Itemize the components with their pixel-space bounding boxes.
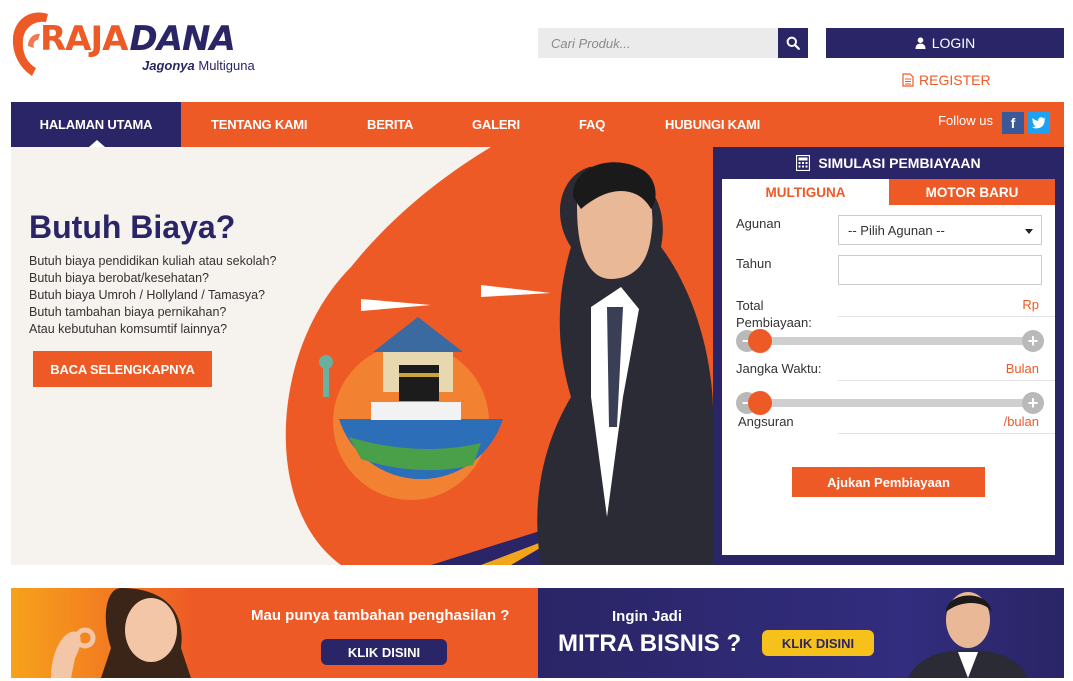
slider-handle[interactable] — [748, 391, 772, 415]
calculator-icon — [796, 155, 811, 171]
total-unit: Rp — [1022, 297, 1039, 312]
woman-portrait-image — [51, 588, 191, 678]
simulator-header: SIMULASI PEMBIAYAAN — [713, 147, 1064, 179]
angsuran-label: Angsuran — [738, 414, 794, 429]
document-icon — [902, 73, 914, 87]
brand-name: RAJADANA — [40, 19, 236, 59]
nav-item-faq[interactable]: FAQ — [579, 102, 605, 147]
hero-title: Butuh Biaya? — [29, 209, 236, 245]
hero-line: Butuh biaya pendidikan kuliah atau sekol… — [29, 254, 277, 268]
total-slider[interactable]: − + — [736, 329, 1044, 353]
jangka-divider — [838, 380, 1055, 381]
read-more-button[interactable]: BACA SELENGKAPNYA — [33, 351, 212, 387]
brand-dana: DANA — [129, 19, 235, 59]
agunan-selected-value: -- Pilih Agunan -- — [848, 222, 945, 238]
nav-item-tentang-kami[interactable]: TENTANG KAMI — [211, 102, 307, 147]
financing-simulator: SIMULASI PEMBIAYAAN MULTIGUNA MOTOR BARU… — [713, 147, 1064, 565]
slider-track — [748, 337, 1032, 345]
page: RAJADANA Jagonya Multiguna LOGIN REGISTE… — [0, 0, 1073, 681]
business-partner-banner[interactable]: Ingin Jadi MITRA BISNIS ? KLIK DISINI — [538, 588, 1064, 678]
tahun-label: Tahun — [736, 256, 772, 271]
tahun-input[interactable] — [838, 255, 1042, 285]
income-click-button[interactable]: KLIK DISINI — [321, 639, 447, 665]
nav-item-berita[interactable]: BERITA — [367, 102, 413, 147]
hero-line: Butuh tambahan biaya pernikahan? — [29, 305, 227, 319]
simulator-title: SIMULASI PEMBIAYAAN — [818, 155, 981, 171]
hero-banner: Butuh Biaya? Butuh biaya pendidikan kuli… — [11, 147, 713, 565]
total-divider — [838, 316, 1055, 317]
register-label: REGISTER — [919, 72, 991, 88]
hero-line: Butuh biaya Umroh / Hollyland / Tamasya? — [29, 288, 265, 302]
plus-icon[interactable]: + — [1022, 330, 1044, 352]
income-banner[interactable]: Mau punya tambahan penghasilan ? KLIK DI… — [11, 588, 538, 678]
partner-banner-title: MITRA BISNIS ? — [558, 630, 742, 657]
tagline-rest: Multiguna — [194, 58, 255, 73]
follow-label: Follow us — [938, 112, 993, 128]
login-button[interactable]: LOGIN — [826, 28, 1064, 58]
apply-financing-button[interactable]: Ajukan Pembiayaan — [792, 467, 985, 497]
register-link[interactable]: REGISTER — [902, 72, 991, 88]
logo[interactable]: RAJADANA Jagonya Multiguna — [10, 6, 280, 82]
hero-line: Butuh biaya berobat/kesehatan? — [29, 271, 209, 285]
angsuran-unit: /bulan — [1003, 414, 1039, 429]
simulator-form: MULTIGUNA MOTOR BARU Agunan -- Pilih Agu… — [722, 179, 1055, 555]
income-banner-text: Mau punya tambahan penghasilan ? — [251, 607, 510, 624]
brand-raja: RAJA — [40, 19, 128, 59]
follow-us: Follow us f — [938, 112, 1050, 134]
nav-item-hubungi-kami[interactable]: HUBUNGI KAMI — [665, 102, 760, 147]
slider-track — [748, 399, 1032, 407]
hero-line: Atau kebutuhan komsumtif lainnya? — [29, 322, 228, 336]
jangka-slider[interactable]: − + — [736, 391, 1044, 415]
tab-multiguna[interactable]: MULTIGUNA — [722, 179, 889, 205]
search-input[interactable] — [538, 28, 778, 58]
tab-motor-baru[interactable]: MOTOR BARU — [889, 179, 1055, 205]
agunan-label: Agunan — [736, 216, 781, 231]
plus-icon[interactable]: + — [1022, 392, 1044, 414]
nav-item-halaman-utama[interactable]: HALAMAN UTAMA — [11, 102, 181, 147]
search-icon — [786, 36, 800, 50]
nav-item-galeri[interactable]: GALERI — [472, 102, 520, 147]
hero-description: Butuh biaya pendidikan kuliah atau sekol… — [29, 253, 276, 338]
tagline-bold: Jagonya — [142, 58, 195, 73]
total-pembiayaan-label: Total Pembiayaan: — [736, 298, 812, 330]
jangka-waktu-label: Jangka Waktu: — [736, 361, 822, 376]
facebook-icon[interactable]: f — [1002, 112, 1024, 134]
agunan-select[interactable]: -- Pilih Agunan -- — [838, 215, 1042, 245]
angsuran-divider — [838, 433, 1055, 434]
chevron-down-icon — [1025, 229, 1033, 234]
twitter-icon[interactable] — [1028, 112, 1050, 134]
jangka-unit: Bulan — [1005, 361, 1039, 376]
main-nav: HALAMAN UTAMA TENTANG KAMI BERITA GALERI… — [11, 102, 1064, 147]
search-button[interactable] — [778, 28, 808, 58]
login-label: LOGIN — [931, 35, 976, 51]
partner-banner-subtitle: Ingin Jadi — [612, 608, 683, 625]
partner-click-button[interactable]: KLIK DISINI — [762, 630, 874, 656]
user-icon — [915, 37, 926, 49]
brand-tagline: Jagonya Multiguna — [142, 58, 255, 73]
slider-handle[interactable] — [748, 329, 772, 353]
man-portrait-image — [908, 592, 1028, 678]
